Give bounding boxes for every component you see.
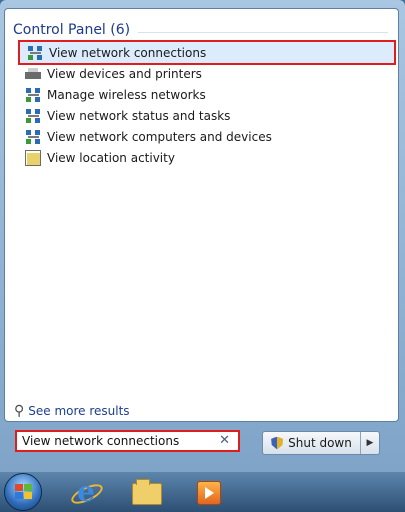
see-more-label: See more results (28, 404, 130, 418)
taskbar-media-player[interactable] (192, 477, 226, 507)
start-menu: Control Panel (6) View network connectio… (0, 0, 405, 472)
result-view-devices-and-printers[interactable]: View devices and printers (18, 63, 396, 84)
taskbar-windows-explorer[interactable] (130, 477, 164, 507)
start-button[interactable] (4, 473, 42, 511)
location-activity-icon (25, 149, 41, 166)
search-results-pane: Control Panel (6) View network connectio… (4, 8, 399, 422)
see-more-results-link[interactable]: ⚲ See more results (14, 403, 130, 419)
result-label: View location activity (47, 150, 175, 165)
taskbar: e (0, 472, 405, 512)
results-list: View network connections View devices an… (18, 40, 396, 168)
clear-icon[interactable]: ✕ (219, 433, 230, 448)
result-view-location-activity[interactable]: View location activity (18, 147, 396, 168)
network-icon (25, 107, 41, 124)
internet-explorer-icon: e (77, 475, 95, 508)
search-input[interactable] (22, 434, 212, 448)
taskbar-internet-explorer[interactable]: e (68, 475, 106, 508)
shutdown-button[interactable]: Shut down (263, 432, 360, 454)
shutdown-label: Shut down (288, 436, 352, 450)
windows-start-icon (15, 484, 33, 500)
shutdown-options-button[interactable]: ▶ (360, 432, 379, 454)
result-label: Manage wireless networks (47, 87, 206, 102)
result-manage-wireless-networks[interactable]: Manage wireless networks (18, 84, 396, 105)
magnifier-icon: ⚲ (14, 403, 25, 419)
group-header: Control Panel (6) (13, 22, 388, 38)
shield-icon (271, 436, 284, 450)
group-divider (138, 31, 388, 33)
shutdown-button-group: Shut down ▶ (262, 431, 380, 455)
devices-printers-icon (25, 65, 41, 82)
result-view-network-connections[interactable]: View network connections (18, 40, 396, 65)
right-arrow-icon: ▶ (366, 438, 374, 448)
result-label: View devices and printers (47, 66, 202, 81)
network-icon (25, 86, 41, 103)
play-icon (205, 487, 214, 499)
result-view-network-computers[interactable]: View network computers and devices (18, 126, 396, 147)
result-label: View network status and tasks (47, 108, 231, 123)
network-icon (25, 128, 41, 145)
start-search-box[interactable]: ✕ (15, 430, 240, 452)
folder-icon (132, 479, 162, 505)
control-panel-header[interactable]: Control Panel (6) (13, 22, 130, 38)
result-view-network-status[interactable]: View network status and tasks (18, 105, 396, 126)
result-label: View network connections (49, 45, 207, 60)
network-icon (27, 44, 43, 61)
result-label: View network computers and devices (47, 129, 272, 144)
